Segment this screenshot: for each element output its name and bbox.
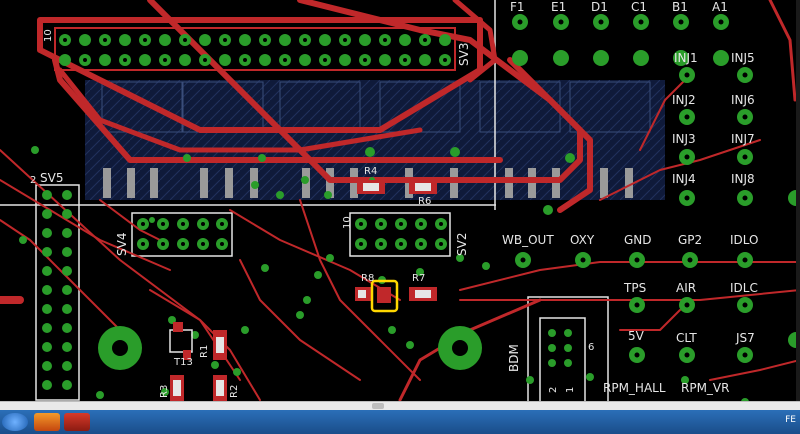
bdm-pin-1: 1 xyxy=(565,386,576,393)
part-label-r7: R7 xyxy=(412,273,426,284)
pad-label-5v: 5V xyxy=(628,329,644,343)
pad-label-c1: C1 xyxy=(631,0,648,14)
connector-pin-2: 2 xyxy=(30,175,37,186)
pad-label-inj4: INJ4 xyxy=(672,172,696,186)
vertical-scroll-edge xyxy=(796,0,800,401)
part-label-r8: R8 xyxy=(361,273,375,284)
connector-label-sv4: SV4 xyxy=(115,232,129,256)
part-label-r3: R3 xyxy=(159,384,170,398)
pad-label-d1: D1 xyxy=(591,0,608,14)
pad-label-gnd: GND xyxy=(624,233,652,247)
pad-label-inj2: INJ2 xyxy=(672,93,696,107)
connector-label-sv5: SV5 xyxy=(40,171,64,185)
firefox-icon[interactable] xyxy=(34,413,60,431)
pad-label-oxy: OXY xyxy=(570,233,595,247)
scrollbar-thumb[interactable] xyxy=(372,403,384,409)
part-label-r1: R1 xyxy=(199,344,210,358)
pad-label-air: AIR xyxy=(676,281,697,295)
pad-label-inj1: INJ1 xyxy=(674,51,698,65)
bdm-pads xyxy=(548,329,572,367)
mounting-holes xyxy=(98,326,482,370)
pcb-canvas[interactable]: F1 E1 D1 C1 B1 A1 INJ1 INJ5 INJ2 INJ6 IN… xyxy=(0,0,800,405)
connector-pin-10: 10 xyxy=(43,29,54,42)
pad-label-idlc: IDLC xyxy=(730,281,758,295)
pad-label-inj7: INJ7 xyxy=(731,132,755,146)
pad-label-b1: B1 xyxy=(672,0,688,14)
pad-label-inj8: INJ8 xyxy=(731,172,755,186)
bdm-pin-2: 2 xyxy=(548,386,559,393)
pad-label-tps: TPS xyxy=(624,281,647,295)
signal-pads xyxy=(515,252,800,363)
start-button-icon[interactable] xyxy=(2,413,28,431)
app-icon[interactable] xyxy=(64,413,90,431)
pad-label-clt: CLT xyxy=(676,331,697,345)
system-tray-text: FE xyxy=(785,415,796,425)
sv3-pads xyxy=(54,27,456,71)
sv2-pin-10: 10 xyxy=(342,216,353,229)
pad-label-inj5: INJ5 xyxy=(731,51,755,65)
pad-label-inj3: INJ3 xyxy=(672,132,696,146)
pad-label-rpm-hall: RPM_HALL xyxy=(603,381,666,395)
bdm-pin-6: 6 xyxy=(588,342,595,353)
connector-label-bdm: BDM xyxy=(507,344,521,372)
pad-label-gp2: GP2 xyxy=(678,233,703,247)
part-label-r4: R4 xyxy=(364,166,378,177)
pad-label-wb-out: WB_OUT xyxy=(502,233,554,247)
pad-label-e1: E1 xyxy=(551,0,567,14)
pad-label-idlo: IDLO xyxy=(730,233,759,247)
part-label-t13: T13 xyxy=(174,357,193,368)
pad-label-inj6: INJ6 xyxy=(731,93,755,107)
pad-label-rpm-vr: RPM_VR xyxy=(681,381,730,395)
pad-label-f1: F1 xyxy=(510,0,525,14)
connector-label-sv2: SV2 xyxy=(455,232,469,256)
part-label-r2: R2 xyxy=(229,384,240,398)
connector-label-sv3: SV3 xyxy=(457,42,471,66)
part-label-r6: R6 xyxy=(418,196,432,207)
taskbar: FE xyxy=(0,410,800,434)
pad-label-js7: JS7 xyxy=(736,331,755,345)
pad-label-a1: A1 xyxy=(712,0,728,14)
